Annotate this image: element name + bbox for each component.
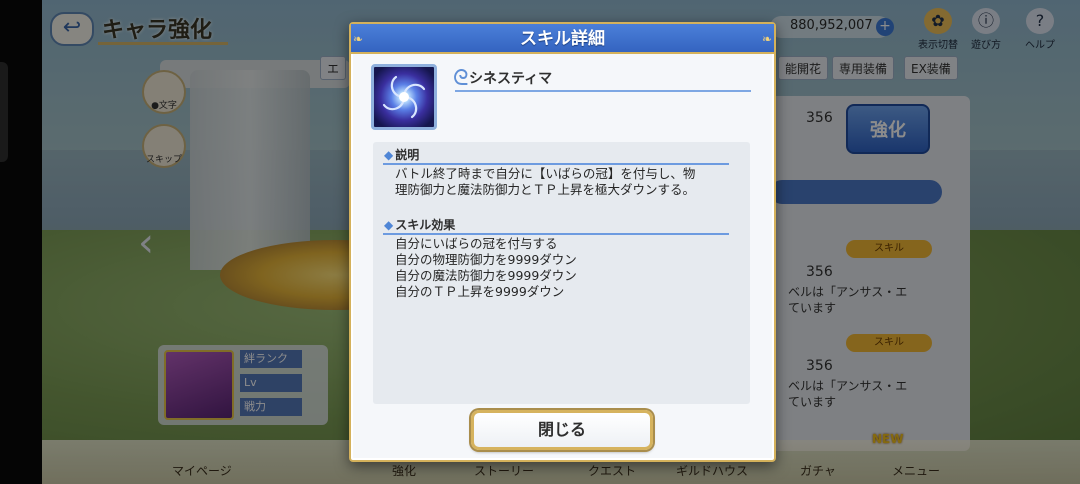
- diamond-bullet-icon: ◆: [384, 218, 394, 232]
- description-heading: ◆ 説明: [384, 146, 419, 163]
- effects-heading: ◆ スキル効果: [384, 216, 455, 233]
- description-line: 理防御力と魔法防御力とＴＰ上昇を極大ダウンする。: [395, 182, 696, 197]
- skill-name: シネスティマ: [469, 71, 553, 87]
- effect-line: 自分の魔法防御力を9999ダウン: [395, 268, 577, 283]
- skill-name-underline: [455, 90, 751, 92]
- effect-line: 自分にいばらの冠を付与する: [395, 236, 558, 251]
- skill-detail-dialog: ❧ スキル詳細 ❧ ᘓ シネスティマ ◆ 説明 バトル終了時まで自分に【いばらの冠…: [349, 22, 776, 462]
- close-button-label: 閉じる: [537, 420, 586, 439]
- section-divider: [383, 233, 729, 235]
- effect-line: 自分の物理防御力を9999ダウン: [395, 252, 577, 267]
- dialog-title: スキル詳細: [520, 29, 605, 49]
- description-heading-label: 説明: [395, 148, 420, 162]
- dialog-header: ❧ スキル詳細 ❧: [351, 24, 774, 54]
- effects-heading-label: スキル効果: [395, 218, 456, 232]
- close-button[interactable]: 閉じる: [471, 410, 653, 450]
- left-system-bar: [0, 0, 42, 484]
- vortex-icon: [382, 75, 426, 119]
- effect-line: 自分のＴＰ上昇を9999ダウン: [395, 284, 565, 299]
- skill-name-hook-icon: ᘓ: [453, 66, 469, 91]
- system-pill: [0, 62, 8, 162]
- corner-ornament-icon: ❧: [762, 32, 773, 46]
- diamond-bullet-icon: ◆: [384, 148, 394, 162]
- skill-icon: [371, 64, 437, 130]
- section-divider: [383, 163, 729, 165]
- description-line: バトル終了時まで自分に【いばらの冠】を付与し、物: [395, 166, 696, 181]
